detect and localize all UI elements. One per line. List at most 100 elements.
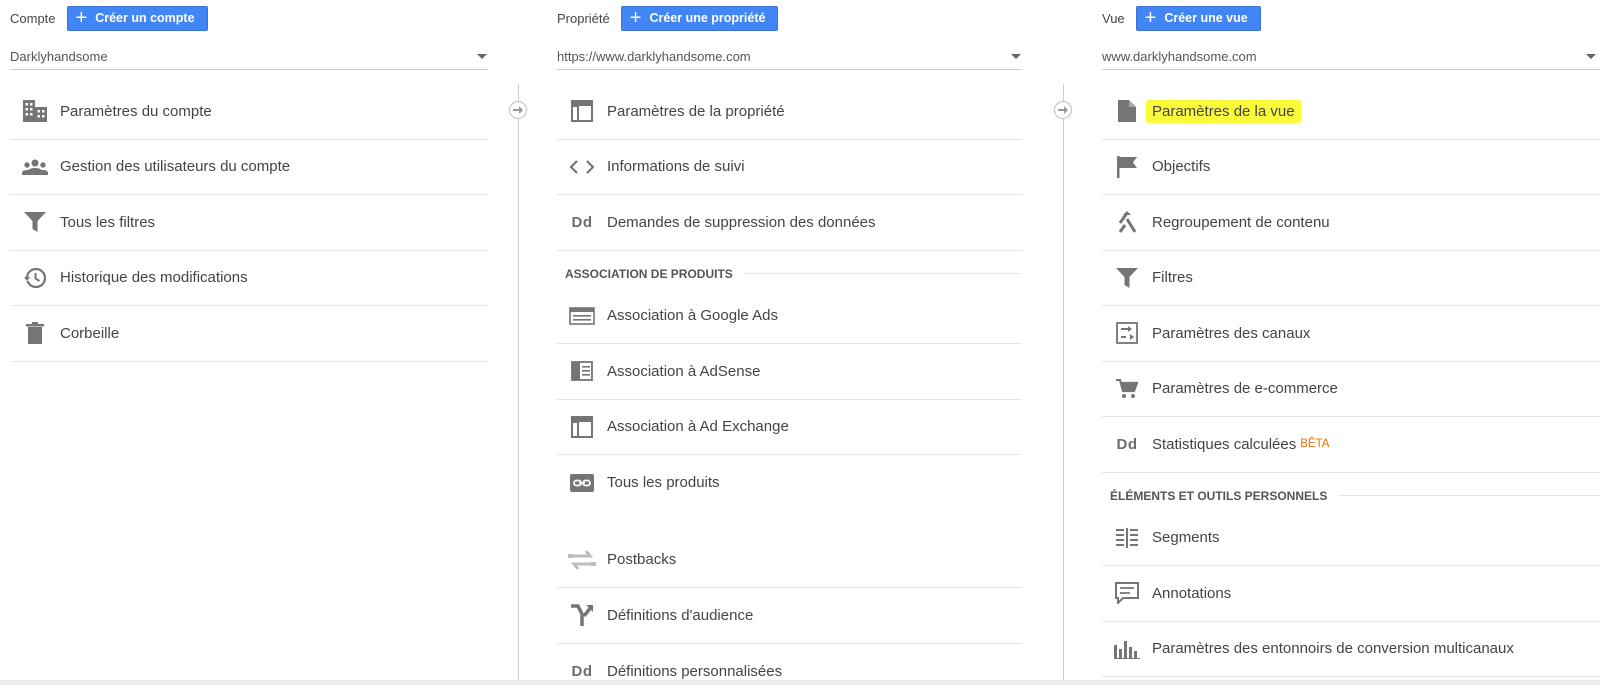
item-label: Définitions personnalisées: [607, 663, 782, 680]
section-title: ASSOCIATION DE PRODUITS: [565, 267, 733, 281]
beta-badge: BÊTA: [1300, 438, 1329, 450]
chevron-down-icon: [1011, 54, 1021, 59]
view-settings-item[interactable]: Paramètres de la vue: [1102, 84, 1600, 140]
adsense-link-item[interactable]: Association à AdSense: [557, 344, 1022, 400]
ecommerce-settings-item[interactable]: Paramètres de e-commerce: [1102, 362, 1600, 418]
comment-icon: [1112, 582, 1142, 604]
merge-icon: [1112, 211, 1142, 233]
history-icon: [20, 268, 50, 288]
view-header: Vue +Créer une vue: [1102, 6, 1261, 30]
item-label: Association à AdSense: [607, 363, 760, 380]
document-icon: [1112, 100, 1142, 122]
plus-icon: +: [630, 8, 642, 28]
bars-icon: [1112, 639, 1142, 659]
product-linking-section: ASSOCIATION DE PRODUITS: [557, 259, 1022, 289]
property-label: Propriété: [557, 11, 610, 26]
item-label: Paramètres de la propriété: [607, 103, 785, 120]
building-icon: [20, 100, 50, 122]
item-label: Paramètres des canaux: [1152, 325, 1310, 342]
audience-definitions-item[interactable]: Définitions d'audience: [557, 588, 1022, 644]
item-label: Regroupement de contenu: [1152, 214, 1330, 231]
item-label: Objectifs: [1152, 158, 1210, 175]
swap-icon: [567, 549, 597, 571]
section-rule: [1339, 495, 1600, 496]
item-label: Paramètres des entonnoirs de conversion …: [1152, 640, 1514, 657]
bottom-bar: [0, 680, 1600, 685]
all-products-item[interactable]: Tous les produits: [557, 455, 1022, 511]
view-select[interactable]: www.darklyhandsome.com: [1102, 44, 1600, 70]
account-column: Compte +Créer un compte Darklyhandsome P…: [10, 0, 488, 685]
item-label: Association à Ad Exchange: [607, 418, 789, 435]
create-account-button[interactable]: +Créer un compte: [67, 6, 208, 31]
link-icon: [567, 474, 597, 492]
flag-icon: [1112, 156, 1142, 178]
item-label: Statistiques calculées: [1152, 436, 1296, 453]
account-select-value: Darklyhandsome: [10, 49, 108, 64]
adsense-icon: [567, 361, 597, 381]
view-select-value: www.darklyhandsome.com: [1102, 49, 1257, 64]
plus-icon: +: [1145, 8, 1157, 28]
filter-icon: [20, 212, 50, 232]
property-select[interactable]: https://www.darklyhandsome.com: [557, 44, 1022, 70]
custom-definitions-item[interactable]: Dd Définitions personnalisées: [557, 644, 1022, 699]
fork-icon: [567, 604, 597, 626]
item-label: Corbeille: [60, 325, 119, 342]
view-menu: Paramètres de la vue Objectifs Regroupem…: [1102, 84, 1600, 677]
layout-icon: [567, 416, 597, 438]
multichannel-funnels-item[interactable]: Paramètres des entonnoirs de conversion …: [1102, 622, 1600, 678]
item-label: Paramètres de la vue: [1146, 100, 1301, 123]
property-menu: Paramètres de la propriété Informations …: [557, 84, 1022, 699]
column-divider: [518, 84, 519, 685]
view-column: Vue +Créer une vue www.darklyhandsome.co…: [1102, 0, 1600, 685]
calculated-metrics-item[interactable]: Dd Statistiques calculées BÊTA: [1102, 417, 1600, 473]
create-property-button[interactable]: +Créer une propriété: [621, 6, 779, 31]
account-select[interactable]: Darklyhandsome: [10, 44, 488, 70]
segments-item[interactable]: Segments: [1102, 511, 1600, 567]
layout-icon: [567, 100, 597, 122]
filter-icon: [1112, 268, 1142, 288]
dd-icon: Dd: [567, 663, 597, 680]
data-deletion-item[interactable]: Dd Demandes de suppression des données: [557, 195, 1022, 251]
ad-exchange-link-item[interactable]: Association à Ad Exchange: [557, 400, 1022, 456]
item-label: Historique des modifications: [60, 269, 248, 286]
personal-tools-section: ÉLÉMENTS ET OUTILS PERSONNELS: [1102, 481, 1600, 511]
annotations-item[interactable]: Annotations: [1102, 566, 1600, 622]
view-filters-item[interactable]: Filtres: [1102, 251, 1600, 307]
plus-icon: +: [76, 8, 88, 28]
item-label: Annotations: [1152, 585, 1231, 602]
section-rule: [745, 273, 1022, 274]
column-divider: [1063, 84, 1064, 685]
account-settings-item[interactable]: Paramètres du compte: [10, 84, 488, 140]
google-ads-link-item[interactable]: Association à Google Ads: [557, 289, 1022, 345]
item-label: Définitions d'audience: [607, 607, 753, 624]
create-view-button[interactable]: +Créer une vue: [1136, 6, 1261, 31]
view-label: Vue: [1102, 11, 1125, 26]
account-trash-item[interactable]: Corbeille: [10, 306, 488, 362]
tracking-info-item[interactable]: Informations de suivi: [557, 140, 1022, 196]
property-select-value: https://www.darklyhandsome.com: [557, 49, 751, 64]
item-label: Association à Google Ads: [607, 307, 778, 324]
account-filters-item[interactable]: Tous les filtres: [10, 195, 488, 251]
dd-icon: Dd: [1112, 436, 1142, 453]
goals-item[interactable]: Objectifs: [1102, 140, 1600, 196]
item-label: Tous les produits: [607, 474, 720, 491]
property-settings-item[interactable]: Paramètres de la propriété: [557, 84, 1022, 140]
account-label: Compte: [10, 11, 56, 26]
segments-icon: [1112, 528, 1142, 548]
item-label: Informations de suivi: [607, 158, 745, 175]
trash-icon: [20, 322, 50, 344]
cart-icon: [1112, 379, 1142, 399]
postbacks-item[interactable]: Postbacks: [557, 533, 1022, 589]
item-label: Paramètres de e-commerce: [1152, 380, 1338, 397]
item-label: Filtres: [1152, 269, 1193, 286]
account-history-item[interactable]: Historique des modifications: [10, 251, 488, 307]
account-users-item[interactable]: Gestion des utilisateurs du compte: [10, 140, 488, 196]
content-grouping-item[interactable]: Regroupement de contenu: [1102, 195, 1600, 251]
chevron-down-icon: [477, 54, 487, 59]
item-label: Postbacks: [607, 551, 676, 568]
channels-icon: [1112, 322, 1142, 344]
people-icon: [20, 159, 50, 175]
item-label: Paramètres du compte: [60, 103, 212, 120]
property-header: Propriété +Créer une propriété: [557, 6, 778, 30]
channel-settings-item[interactable]: Paramètres des canaux: [1102, 306, 1600, 362]
